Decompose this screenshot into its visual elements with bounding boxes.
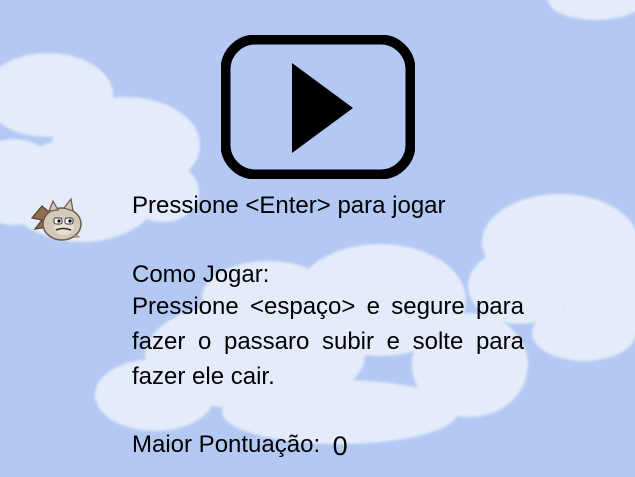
how-to-instructions: Pressione <espaço> e segure para fazer o… bbox=[132, 293, 524, 390]
high-score-value: 0 bbox=[332, 431, 348, 461]
bat-bird-icon bbox=[30, 197, 82, 241]
play-button[interactable] bbox=[221, 35, 415, 179]
game-screen: Pressione <Enter> para jogar Como Jogar:… bbox=[0, 0, 635, 477]
player-bird bbox=[25, 196, 85, 246]
start-prompt: Pressione <Enter> para jogar bbox=[132, 192, 446, 219]
how-to-title: Como Jogar: bbox=[132, 261, 270, 288]
high-score-row: Maior Pontuação: 0 bbox=[132, 426, 348, 462]
high-score-label: Maior Pontuação: bbox=[132, 431, 321, 458]
play-icon bbox=[221, 35, 415, 179]
